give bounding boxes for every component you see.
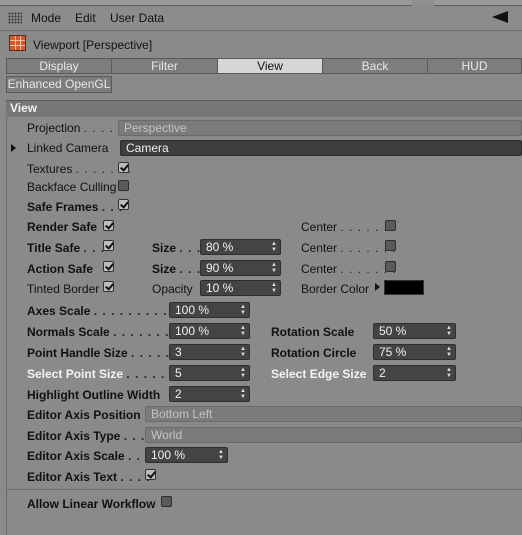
allow-linear-workflow-checkbox[interactable] xyxy=(161,496,172,507)
projection-label: Projection . . . . . xyxy=(27,121,123,135)
panel-title: Viewport [Perspective] xyxy=(33,38,153,52)
editor-axis-position-field[interactable]: Bottom Left xyxy=(145,406,522,422)
editor-axis-scale-label: Editor Axis Scale . . . xyxy=(27,449,150,463)
backface-culling-checkbox[interactable] xyxy=(118,180,129,191)
action-safe-center-checkbox[interactable] xyxy=(385,261,396,272)
menu-user-data[interactable]: User Data xyxy=(110,11,164,25)
backface-culling-label: Backface Culling xyxy=(27,180,117,194)
rotation-scale-input[interactable]: 50 % ▲ ▼ xyxy=(373,323,456,339)
title-safe-label: Title Safe . . . xyxy=(27,241,106,255)
highlight-outline-width-input[interactable]: 2 ▲ ▼ xyxy=(169,386,250,402)
point-handle-size-label: Point Handle Size . . . . . xyxy=(27,346,171,360)
safe-frames-label: Safe Frames . . . xyxy=(27,200,124,214)
action-safe-checkbox[interactable] xyxy=(103,261,114,272)
normals-scale-input[interactable]: 100 % ▲ ▼ xyxy=(169,323,250,339)
title-safe-size-label: Size . . . xyxy=(152,241,202,255)
tab-back[interactable]: Back xyxy=(322,58,428,74)
viewport-icon xyxy=(9,35,26,51)
tab-hud[interactable]: HUD xyxy=(427,58,522,74)
editor-axis-type-field[interactable]: World xyxy=(145,427,522,443)
projection-field[interactable]: Perspective xyxy=(118,120,522,136)
menubar: Mode Edit User Data xyxy=(0,6,522,31)
grip-icon[interactable] xyxy=(8,12,22,24)
linked-camera-label: Linked Camera xyxy=(27,141,109,155)
render-safe-center-label: Center . . . . . . . xyxy=(301,220,397,234)
border-color-label: Border Color xyxy=(301,282,370,296)
highlight-outline-width-label: Highlight Outline Width xyxy=(27,388,161,402)
border-color-swatch[interactable] xyxy=(384,280,424,295)
tinted-border-label: Tinted Border xyxy=(27,282,100,296)
select-edge-size-input[interactable]: 2 ▲ ▼ xyxy=(373,365,456,381)
tab-display[interactable]: Display xyxy=(6,58,112,74)
separator xyxy=(6,489,522,490)
select-point-size-input[interactable]: 5 ▲ ▼ xyxy=(169,365,250,381)
title-safe-center-label: Center . . . . . . . xyxy=(301,241,397,255)
allow-linear-workflow-label: Allow Linear Workflow xyxy=(27,497,156,511)
render-safe-label: Render Safe xyxy=(27,220,98,234)
point-handle-size-input[interactable]: 3 ▲ ▼ xyxy=(169,344,250,360)
safe-frames-checkbox[interactable] xyxy=(118,199,129,210)
opacity-input[interactable]: 10 % ▲ ▼ xyxy=(200,280,281,296)
opacity-label: Opacity xyxy=(152,282,193,296)
tab-enhanced-opengl[interactable]: Enhanced OpenGL xyxy=(6,76,112,93)
render-safe-center-checkbox[interactable] xyxy=(385,220,396,231)
select-edge-size-label: Select Edge Size xyxy=(271,367,367,381)
panel-left-edge xyxy=(6,117,7,535)
menu-mode[interactable]: Mode xyxy=(31,11,61,25)
editor-axis-text-label: Editor Axis Text . . . . xyxy=(27,470,151,484)
editor-axis-text-checkbox[interactable] xyxy=(145,469,156,480)
section-title: View xyxy=(10,101,38,115)
back-arrow-icon[interactable] xyxy=(492,11,508,23)
axes-scale-input[interactable]: 100 % ▲ ▼ xyxy=(169,302,250,318)
menu-edit[interactable]: Edit xyxy=(75,11,96,25)
action-safe-size-label: Size . . . xyxy=(152,262,202,276)
tinted-border-checkbox[interactable] xyxy=(103,281,114,292)
rotation-circle-label: Rotation Circle xyxy=(271,346,357,360)
action-safe-size-input[interactable]: 90 % ▲ ▼ xyxy=(200,260,281,276)
title-safe-checkbox[interactable] xyxy=(103,240,114,251)
expand-arrow-icon[interactable] xyxy=(11,144,16,152)
action-safe-center-label: Center . . . . . . . xyxy=(301,262,397,276)
title-safe-center-checkbox[interactable] xyxy=(385,240,396,251)
section-header-view[interactable]: View xyxy=(6,100,522,117)
render-safe-checkbox[interactable] xyxy=(103,220,114,231)
editor-axis-position-label: Editor Axis Position xyxy=(27,408,141,422)
editor-axis-scale-input[interactable]: 100 % ▲ ▼ xyxy=(145,447,228,463)
action-safe-label: Action Safe xyxy=(27,262,94,276)
rotation-circle-input[interactable]: 75 % ▲ ▼ xyxy=(373,344,456,360)
select-point-size-label: Select Point Size . . . . . xyxy=(27,367,166,381)
tab-filter[interactable]: Filter xyxy=(111,58,218,74)
tab-view[interactable]: View xyxy=(217,58,323,74)
title-safe-size-input[interactable]: 80 % ▲ ▼ xyxy=(200,239,281,255)
border-color-expand-icon[interactable] xyxy=(375,283,380,291)
normals-scale-label: Normals Scale . . . . . . . . xyxy=(27,325,179,339)
textures-checkbox[interactable] xyxy=(118,162,129,173)
linked-camera-field[interactable]: Camera xyxy=(120,140,522,156)
rotation-scale-label: Rotation Scale xyxy=(271,325,355,339)
editor-axis-type-label: Editor Axis Type . . . xyxy=(27,429,146,443)
textures-label: Textures . . . . . . . xyxy=(27,162,133,176)
